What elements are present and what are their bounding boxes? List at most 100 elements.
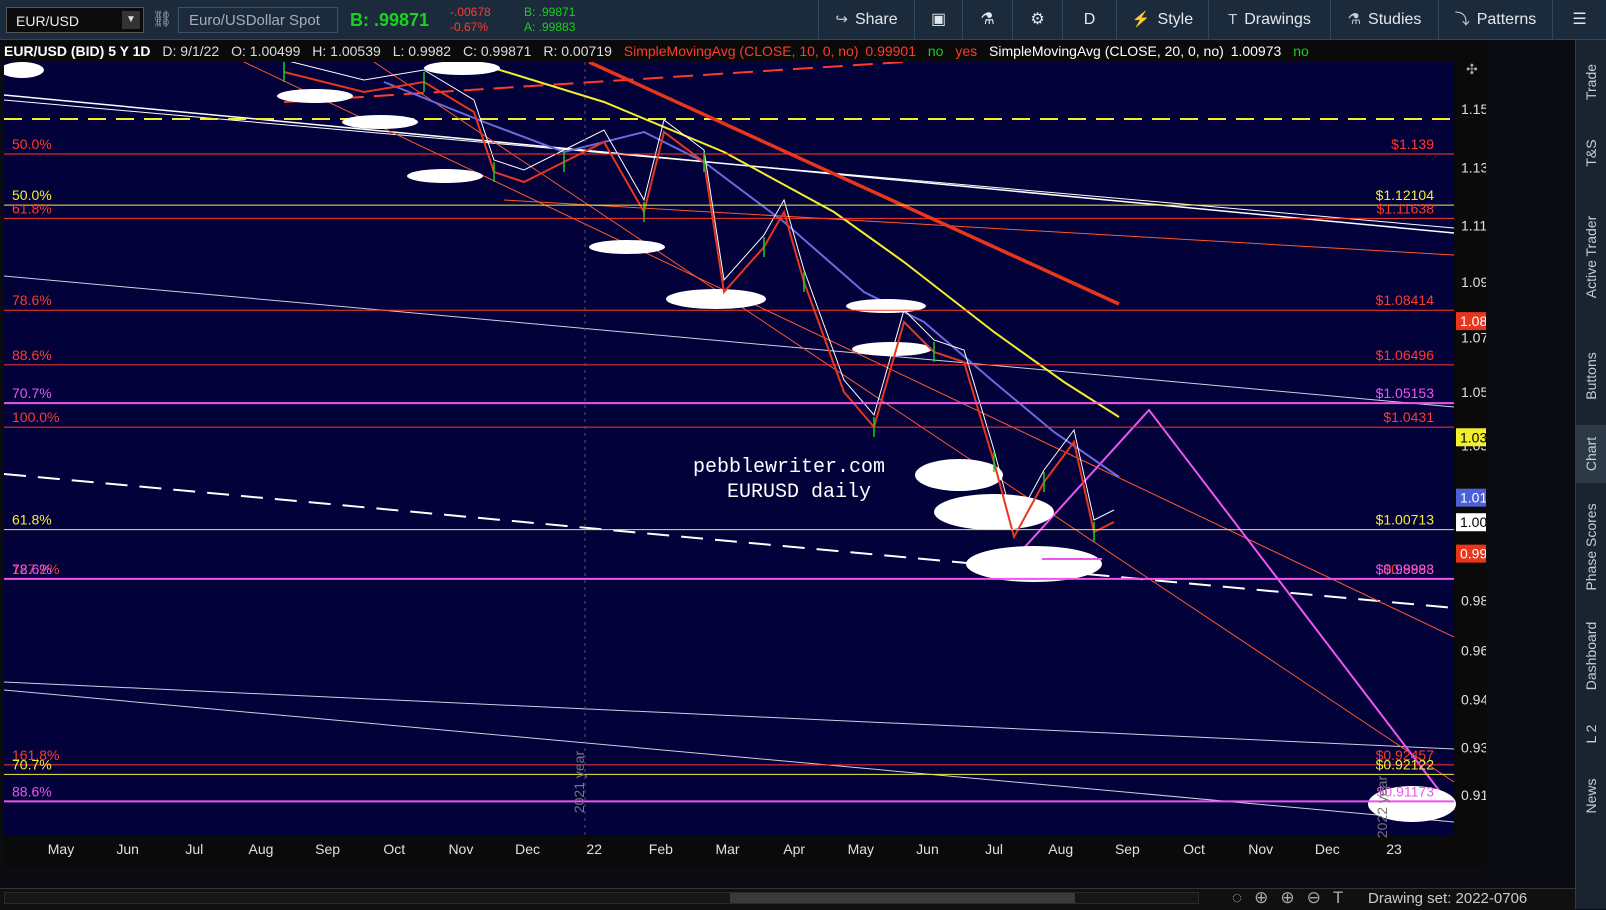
watermark-text: pebblewriter.com — [693, 456, 885, 479]
tab-buttons[interactable]: Buttons — [1576, 331, 1606, 421]
price-badge-label: 1.03955 — [1460, 429, 1486, 445]
fib-right-label: $1.139 — [1391, 136, 1434, 152]
fib-left-label: 88.6% — [12, 347, 52, 363]
fib-right-label: $1.11638 — [1377, 200, 1435, 216]
change-value: -.00678 — [450, 5, 491, 19]
x-tick-label: Mar — [715, 841, 739, 857]
scroll-thumb[interactable] — [730, 893, 1075, 903]
chart-scrollbar[interactable] — [4, 892, 1199, 904]
patterns-button[interactable]: ⤵ Patterns — [1438, 0, 1552, 40]
x-tick-label: May — [48, 841, 74, 857]
marker-ellipse — [846, 299, 926, 313]
symbol-description: Euro/USDollar Spot — [178, 7, 338, 33]
y-tick-label: 1.05545 — [1461, 384, 1486, 400]
change-percent: -0.67% — [450, 20, 489, 34]
x-tick-label: Jun — [916, 841, 939, 857]
sma20-label: SimpleMovingAvg (CLOSE, 20, 0, no) — [989, 43, 1224, 59]
zoom-out-icon[interactable]: ⊖ — [1307, 888, 1333, 907]
flask-button[interactable]: ⚗ — [962, 0, 1012, 40]
zoom-in-icon[interactable]: ⊕ — [1280, 888, 1306, 907]
fib-right-label: $1.05153 — [1376, 385, 1435, 401]
marker-ellipse — [966, 546, 1102, 582]
fib-left-label: 70.7% — [12, 756, 52, 772]
tab-label: T&S — [1583, 139, 1599, 167]
chart-header: EUR/USD (BID) 5 Y 1D D: 9/1/22 O: 1.0049… — [4, 40, 1486, 62]
marker-ellipse — [666, 289, 766, 309]
sma10-no: no — [927, 43, 944, 59]
right-sidebar: Trade T&S Active Trader Buttons Chart Phase S… — [1575, 40, 1606, 909]
fib-left-label: 88.6% — [12, 783, 52, 799]
year-label-2: 2022 year — [1374, 776, 1390, 839]
gear-icon: ⚙ — [1030, 11, 1045, 28]
tab-trade[interactable]: Trade — [1576, 44, 1606, 119]
tab-news[interactable]: News — [1576, 767, 1606, 825]
drawings-button[interactable]: T Drawings — [1208, 0, 1330, 40]
tab-label: Chart — [1583, 436, 1599, 472]
bid-small: B: .99871 — [524, 5, 576, 19]
style-button[interactable]: ⚡ Style — [1116, 0, 1208, 40]
fib-left-label: 78.6% — [12, 292, 52, 308]
x-tick-label: Oct — [1183, 841, 1205, 857]
menu-icon: ☰ — [1572, 11, 1587, 28]
tab-active-trader[interactable]: Active Trader — [1576, 187, 1606, 327]
studies-button[interactable]: ⚗ Studies — [1330, 0, 1438, 40]
price-chart[interactable]: 50.0% $1.13950.0% $1.1210461.8% $1.1163878.… — [4, 62, 1486, 868]
link-icon[interactable]: ⛓ — [152, 9, 172, 29]
x-tick-label: Aug — [248, 841, 273, 857]
crosshair-tool-icon[interactable]: ⊕ — [1254, 888, 1280, 907]
layout-icon: ▣ — [930, 11, 947, 28]
x-tick-label: Jun — [116, 841, 139, 857]
crosshair-icon[interactable]: ✣ — [1466, 62, 1478, 77]
style-icon: ⚡ — [1131, 11, 1151, 28]
pattern-icon: ⤵ — [1454, 11, 1470, 28]
fib-left-label: 70.7% — [12, 385, 52, 401]
fib-right-label: $1.0431 — [1383, 409, 1434, 425]
zoom-controls[interactable]: ◌⊕⊕⊖T — [1232, 888, 1355, 908]
flask-icon: ⚗ — [1347, 11, 1362, 28]
period-button[interactable]: D — [1062, 0, 1116, 40]
text-tool-icon[interactable]: T — [1333, 888, 1355, 907]
sma20-value: 1.00973 — [1230, 43, 1282, 59]
studies-label: Studies — [1368, 11, 1422, 28]
fib-right-label: $1.06496 — [1376, 347, 1435, 363]
tab-dashboard[interactable]: Dashboard — [1576, 611, 1606, 701]
fib-right-label: $1.08414 — [1376, 292, 1435, 308]
price-badge-label: 0.99871 — [1460, 546, 1486, 562]
tab-phase-scores[interactable]: Phase Scores — [1576, 487, 1606, 607]
settings-button[interactable]: ⚙ — [1012, 0, 1062, 40]
marker-ellipse — [589, 240, 665, 254]
share-button[interactable]: ↪ Share — [818, 0, 914, 40]
x-tick-label: Aug — [1048, 841, 1073, 857]
x-tick-label: May — [848, 841, 874, 857]
bid-price: B: .99871 — [350, 10, 430, 30]
y-tick-label: 0.94746 — [1461, 692, 1486, 708]
symbol-input[interactable]: EUR/USD ▼ — [6, 7, 144, 33]
header-date: D: 9/1/22 — [162, 43, 220, 59]
layout-button[interactable]: ▣ — [914, 0, 962, 40]
chart-title: EUR/USD (BID) 5 Y 1D — [4, 43, 151, 59]
year-label: 2021 year — [571, 751, 587, 814]
ask-small: A: .99883 — [524, 20, 576, 34]
sma20-no: no — [1293, 43, 1309, 59]
chart-toolbar: EUR/USD ▼ ⛓ Euro/USDollar Spot B: .99871… — [0, 0, 1606, 40]
tab-l-2[interactable]: L 2 — [1576, 705, 1606, 763]
fib-right-label: $0.98983 — [1376, 561, 1435, 577]
tab-t-s[interactable]: T&S — [1576, 123, 1606, 183]
price-badge-label: 1.00973 — [1460, 514, 1486, 530]
fib-left-label: 100.0% — [12, 409, 59, 425]
tab-chart[interactable]: Chart — [1576, 425, 1606, 483]
marker-ellipse — [934, 494, 1054, 530]
share-icon: ↪ — [835, 11, 848, 28]
header-high: H: 1.00539 — [312, 43, 381, 59]
share-label: Share — [854, 11, 898, 28]
x-tick-label: Nov — [448, 841, 473, 857]
chevron-down-icon[interactable]: ▼ — [122, 11, 140, 29]
menu-button[interactable]: ☰ — [1552, 0, 1606, 40]
reset-icon[interactable]: ◌ — [1232, 888, 1254, 907]
drawing-set-label[interactable]: Drawing set: 2022-0706 — [1368, 890, 1527, 907]
fib-left-label: 61.8% — [12, 200, 52, 216]
x-tick-label: Jul — [985, 841, 1003, 857]
style-label: Style — [1157, 11, 1194, 28]
fib-left-label: 61.8% — [12, 512, 52, 528]
x-tick-label: Apr — [783, 841, 805, 857]
